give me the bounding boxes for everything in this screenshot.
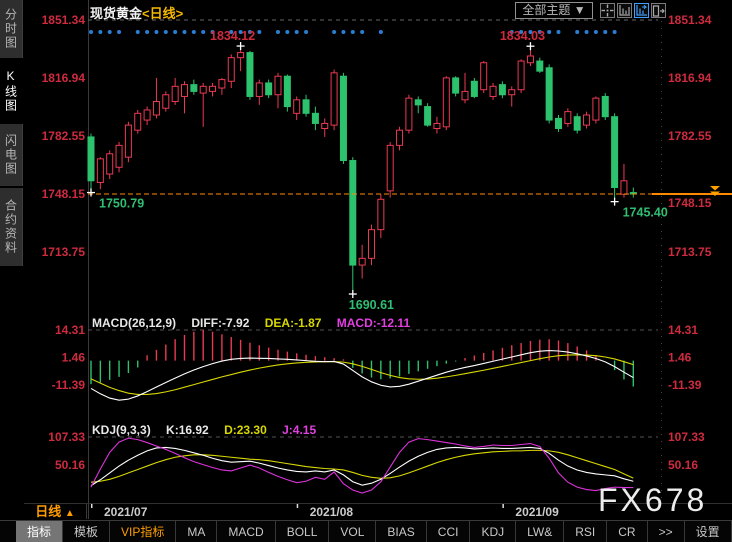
macd-dea: DEA:-1.87 <box>264 316 322 330</box>
svg-text:1834.12: 1834.12 <box>210 29 255 43</box>
svg-text:1816.94: 1816.94 <box>42 71 86 85</box>
footer-spacer <box>0 521 16 542</box>
period-tag: <日线> <box>142 6 184 21</box>
chart-type-sidebar: 分时图 K线图 闪电图 合约资料 <box>0 0 23 300</box>
svg-text:2021/09: 2021/09 <box>515 505 559 519</box>
footer-tab-11[interactable]: RSI <box>564 521 608 542</box>
kdj-j: J:4.15 <box>282 423 317 437</box>
sidebar-item-3[interactable]: 合约资料 <box>0 188 23 266</box>
svg-text:1851.34: 1851.34 <box>668 13 712 27</box>
svg-text:1713.75: 1713.75 <box>42 245 86 259</box>
svg-text:1834.03: 1834.03 <box>500 29 545 43</box>
svg-text:-11.39: -11.39 <box>668 378 702 392</box>
svg-text:1851.34: 1851.34 <box>42 13 86 27</box>
macd-readout: MACD(26,12,9) DIFF:-7.92 DEA:-1.87 MACD:… <box>92 316 422 330</box>
svg-text:-11.39: -11.39 <box>52 378 86 392</box>
chart-toolbar <box>600 3 666 18</box>
footer-tab-2[interactable]: VIP指标 <box>110 521 177 542</box>
footer-tab-1[interactable]: 模板 <box>63 521 111 542</box>
macd-diff: DIFF:-7.92 <box>191 316 250 330</box>
svg-text:1782.55: 1782.55 <box>42 129 86 143</box>
pan-crosshair-icon[interactable] <box>600 3 615 18</box>
footer-tab-10[interactable]: LW& <box>516 521 565 542</box>
svg-text:50.16: 50.16 <box>668 458 698 472</box>
macd-name: MACD(26,12,9) <box>92 316 177 330</box>
kdj-readout: KDJ(9,3,3) K:16.92 D:23.30 J:4.15 <box>92 423 328 437</box>
theme-dropdown[interactable]: 全部主题 ▼ <box>515 2 593 19</box>
svg-text:14.31: 14.31 <box>55 323 85 337</box>
footer-tab-13[interactable]: >> <box>648 521 685 542</box>
footer-tab-7[interactable]: BIAS <box>376 521 427 542</box>
chart-canvas[interactable]: 1748.15 1851.34 1851.34 1816.94 1816.94 1782.… <box>0 0 732 520</box>
footer-tab-4[interactable]: MACD <box>217 521 276 542</box>
svg-text:50.16: 50.16 <box>55 458 85 472</box>
footer-tab-14[interactable]: 设置 <box>685 521 732 542</box>
axis-scale-icon[interactable] <box>617 3 632 18</box>
theme-dropdown-label: 全部主题 <box>522 3 571 17</box>
sidebar-item-0[interactable]: 分时图 <box>0 0 23 58</box>
period-up-arrow-icon: ▲ <box>64 508 75 519</box>
svg-text:1748.15: 1748.15 <box>668 196 712 210</box>
svg-text:1690.61: 1690.61 <box>349 298 394 312</box>
detach-window-icon[interactable] <box>651 3 666 18</box>
svg-text:1816.94: 1816.94 <box>668 71 712 85</box>
sidebar-item-2[interactable]: 闪电图 <box>0 124 23 186</box>
svg-text:1745.40: 1745.40 <box>623 206 668 220</box>
footer-tab-8[interactable]: CCI <box>427 521 471 542</box>
footer-tab-3[interactable]: MA <box>176 521 218 542</box>
kdj-name: KDJ(9,3,3) <box>92 423 151 437</box>
svg-text:107.33: 107.33 <box>668 430 705 444</box>
axis-scale-active-icon[interactable] <box>634 3 649 18</box>
svg-text:1.46: 1.46 <box>62 351 86 365</box>
kdj-d: D:23.30 <box>224 423 267 437</box>
svg-text:1748.15: 1748.15 <box>42 187 86 201</box>
chart-title: 现货黄金<日线> <box>90 3 183 22</box>
footer-tab-9[interactable]: KDJ <box>470 521 517 542</box>
footer-tab-12[interactable]: CR <box>607 521 648 542</box>
indicator-toolbar: 指标 模板 VIP指标 MA MACD BOLL VOL BIAS CCI KDJ LW& RSI CR… <box>0 520 732 542</box>
svg-text:2021/08: 2021/08 <box>310 505 354 519</box>
svg-text:2021/07: 2021/07 <box>104 505 148 519</box>
footer-tab-5[interactable]: BOLL <box>276 521 330 542</box>
footer-tab-0[interactable]: 指标 <box>16 521 64 542</box>
watermark: FX678 <box>598 482 708 518</box>
svg-text:14.31: 14.31 <box>668 323 698 337</box>
svg-text:107.33: 107.33 <box>48 430 85 444</box>
instrument-name: 现货黄金 <box>90 6 143 21</box>
footer-tab-6[interactable]: VOL <box>329 521 377 542</box>
dropdown-arrow-icon: ▼ <box>573 3 586 17</box>
sidebar-item-1[interactable]: K线图 <box>0 60 23 122</box>
app-window: 1748.15 1851.34 1851.34 1816.94 1816.94 1782.… <box>0 0 732 542</box>
kdj-k: K:16.92 <box>166 423 209 437</box>
svg-text:1782.55: 1782.55 <box>668 129 712 143</box>
macd-value: MACD:-12.11 <box>336 316 411 330</box>
svg-text:1750.79: 1750.79 <box>99 197 144 211</box>
period-selector-label: 日线 <box>35 504 62 519</box>
period-selector[interactable]: 日线 ▲ <box>24 504 87 519</box>
svg-text:1713.75: 1713.75 <box>668 245 712 259</box>
svg-text:1.46: 1.46 <box>668 351 692 365</box>
